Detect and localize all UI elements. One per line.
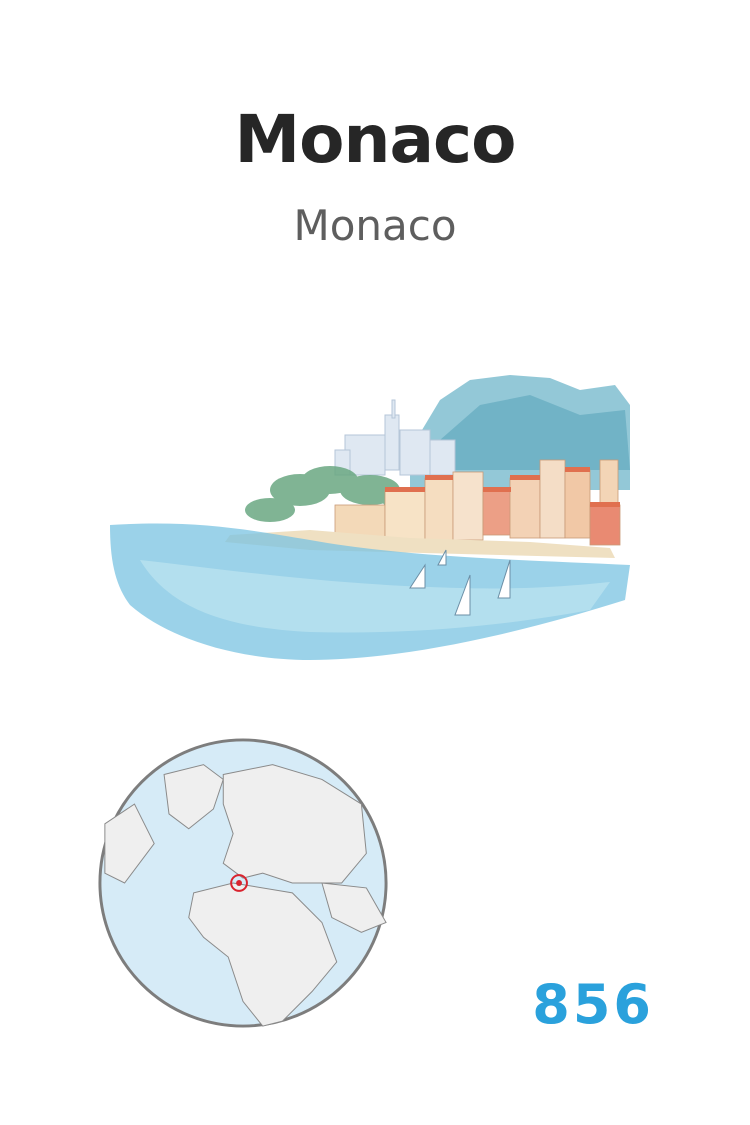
country-name: Monaco xyxy=(234,101,516,178)
world-locator-globe xyxy=(98,738,388,1028)
capital-name: Monaco xyxy=(293,201,457,250)
monaco-watercolor-illustration xyxy=(110,375,630,660)
monaco-location-dot xyxy=(236,880,243,886)
card-number: 856 xyxy=(532,973,654,1036)
